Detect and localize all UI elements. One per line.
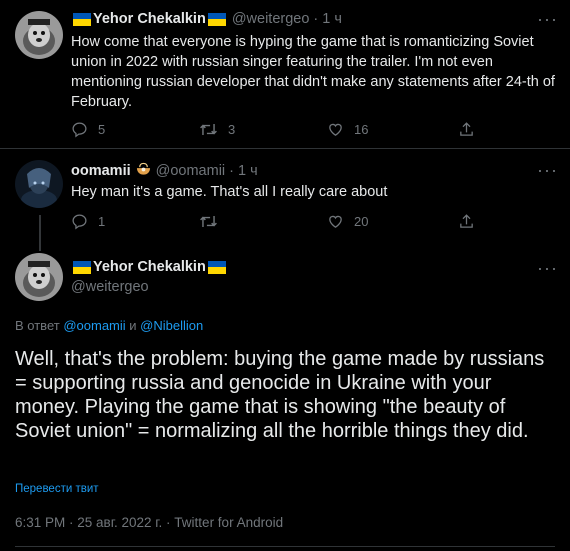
ukraine-flag-icon	[73, 260, 91, 274]
display-name[interactable]: oomamii	[71, 163, 131, 179]
retweet-icon	[200, 123, 217, 136]
tweet-header: oomamii @oomamii · 1 ч	[71, 162, 258, 180]
like-button[interactable]: 16	[327, 121, 368, 138]
reply-icon	[72, 122, 87, 138]
share-icon	[460, 122, 473, 136]
reply-prefix: В ответ	[15, 318, 60, 333]
mention-link[interactable]: @oomamii	[63, 318, 125, 333]
reply-context: В ответ @oomamii и @Nibellion	[15, 318, 203, 333]
translate-link[interactable]: Перевести твит	[15, 483, 99, 495]
more-dots-icon[interactable]: ···	[537, 10, 558, 28]
tweet-text: Hey man it's a game. That's all I really…	[71, 184, 388, 200]
retweet-icon	[200, 215, 217, 228]
separator: ·	[229, 163, 234, 179]
tweet-weitergeo-1[interactable]: Yehor Chekalkin @weitergeo · 1 ч ··· How…	[0, 0, 570, 148]
ukraine-flag-icon	[207, 260, 226, 274]
ramen-bowl-icon	[136, 162, 151, 180]
like-count: 20	[354, 214, 369, 229]
reply-count: 5	[98, 122, 106, 137]
tweet-meta[interactable]: 6:31 PM · 25 авг. 2022 г. · Twitter for …	[15, 515, 283, 530]
ukraine-flag-icon	[207, 12, 226, 26]
like-count: 16	[354, 122, 369, 137]
display-name[interactable]: Yehor Chekalkin	[93, 11, 206, 27]
share-icon	[460, 214, 473, 228]
avatar[interactable]	[15, 253, 63, 301]
handle[interactable]: @oomamii	[156, 163, 226, 179]
tweet-header: Yehor Chekalkin	[71, 259, 228, 275]
retweet-button[interactable]	[199, 213, 228, 230]
handle[interactable]: @weitergeo	[71, 279, 149, 295]
tweet-oomamii[interactable]: oomamii @oomamii · 1 ч ··· Hey man it's …	[0, 148, 570, 239]
avatar[interactable]	[15, 160, 63, 208]
reply-count: 1	[98, 214, 106, 229]
reply-button[interactable]: 5	[71, 121, 105, 138]
like-button[interactable]: 20	[327, 213, 368, 230]
divider	[15, 546, 555, 547]
share-button[interactable]	[458, 213, 475, 230]
share-button[interactable]	[458, 121, 475, 138]
timestamp[interactable]: 1 ч	[322, 11, 342, 27]
separator: ·	[313, 11, 319, 27]
heart-icon	[329, 123, 342, 136]
timestamp[interactable]: 1 ч	[238, 163, 258, 179]
retweet-count: 3	[228, 122, 236, 137]
avatar[interactable]	[15, 11, 63, 59]
reply-icon	[72, 214, 87, 230]
reply-and: и	[129, 318, 137, 333]
reply-button[interactable]: 1	[71, 213, 105, 230]
ukraine-flag-icon	[73, 12, 91, 26]
heart-icon	[329, 215, 342, 228]
mention-link[interactable]: @Nibellion	[140, 318, 203, 333]
more-dots-icon[interactable]: ···	[537, 259, 558, 277]
main-tweet-text: Well, that's the problem: buying the gam…	[15, 348, 545, 442]
handle-row: @weitergeo	[71, 279, 149, 295]
retweet-button[interactable]: 3	[199, 121, 235, 138]
handle[interactable]: @weitergeo	[232, 11, 310, 27]
tweet-header: Yehor Chekalkin @weitergeo · 1 ч	[71, 11, 342, 27]
display-name[interactable]: Yehor Chekalkin	[93, 259, 206, 275]
more-dots-icon[interactable]: ···	[537, 161, 558, 179]
tweet-text: How come that everyone is hyping the gam…	[71, 34, 555, 110]
